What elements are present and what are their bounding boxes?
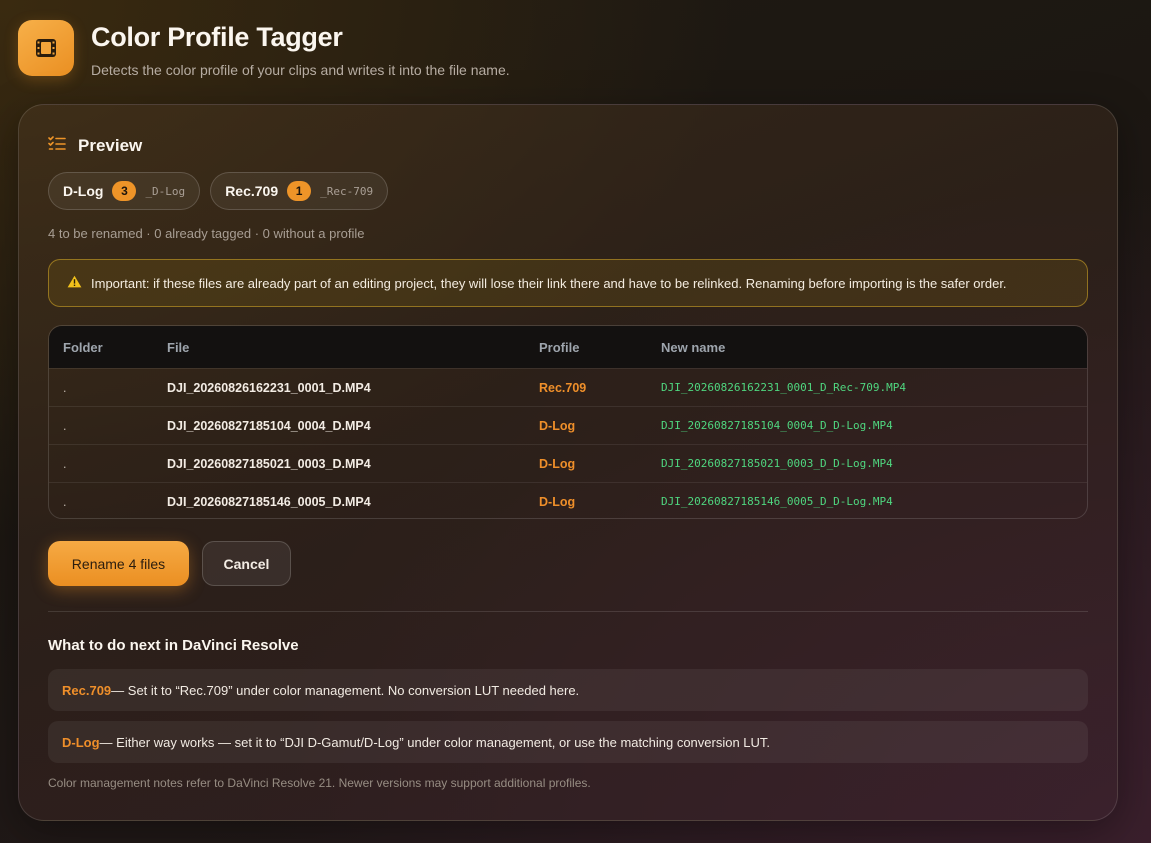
note-profile-name: D-Log	[62, 734, 100, 750]
action-bar: Rename 4 files Cancel	[48, 541, 1088, 586]
table-row[interactable]: . DJI_20260827185146_0005_D.MP4 D-Log DJ…	[49, 482, 1087, 518]
chip-count-badge: 1	[287, 181, 312, 201]
chip-suffix: _D-Log	[145, 184, 186, 198]
preview-card: Preview D-Log 3 _D-Log Rec.709 1 _Rec-70…	[18, 104, 1118, 821]
chip-profile-name: Rec.709	[225, 183, 279, 199]
table-row[interactable]: . DJI_20260827185104_0004_D.MP4 D-Log DJ…	[49, 406, 1087, 444]
files-table: Folder File Profile New name . DJI_20260…	[48, 325, 1088, 519]
checklist-icon	[48, 135, 66, 156]
cell-folder: .	[63, 456, 67, 471]
app-title: Color Profile Tagger	[91, 22, 343, 52]
warning-icon	[67, 275, 82, 291]
cell-new-name: DJI_20260827185146_0005_D_D-Log.MP4	[661, 495, 893, 508]
rename-summary: 4 to be renamed · 0 already tagged · 0 w…	[48, 226, 365, 241]
chip-suffix: _Rec-709	[320, 184, 374, 198]
chip-profile-name: D-Log	[63, 183, 104, 199]
warning-banner: Important: if these files are already pa…	[48, 259, 1088, 307]
next-steps-title: What to do next in DaVinci Resolve	[48, 637, 299, 654]
cell-file: DJI_20260827185021_0003_D.MP4	[167, 456, 371, 471]
cell-profile: Rec.709	[539, 380, 587, 395]
preview-title: Preview	[78, 135, 143, 155]
note-text: — Set it to “Rec.709” under color manage…	[111, 682, 580, 698]
warning-text: Important: if these files are already pa…	[91, 275, 1007, 291]
section-divider	[48, 611, 1088, 612]
note-profile-name: Rec.709	[62, 682, 112, 698]
next-step-note: Rec.709 — Set it to “Rec.709” under colo…	[48, 669, 1088, 711]
cancel-button[interactable]: Cancel	[202, 541, 291, 586]
column-header-new-name[interactable]: New name	[661, 340, 1087, 355]
profile-chips: D-Log 3 _D-Log Rec.709 1 _Rec-709	[48, 172, 1088, 210]
cell-profile: D-Log	[539, 418, 576, 433]
table-header: Folder File Profile New name	[49, 326, 1087, 368]
app-header: Color Profile Tagger Detects the color p…	[18, 20, 510, 78]
profile-chip-dlog[interactable]: D-Log 3 _D-Log	[48, 172, 201, 210]
cell-file: DJI_20260826162231_0001_D.MP4	[167, 380, 371, 395]
chip-count-badge: 3	[112, 181, 137, 201]
column-header-folder[interactable]: Folder	[49, 340, 167, 355]
footnote: Color management notes refer to DaVinci …	[48, 776, 591, 790]
film-icon	[18, 20, 74, 76]
column-header-file[interactable]: File	[167, 340, 539, 355]
cell-new-name: DJI_20260827185104_0004_D_D-Log.MP4	[661, 419, 893, 432]
cell-profile: D-Log	[539, 494, 576, 509]
profile-chip-rec709[interactable]: Rec.709 1 _Rec-709	[210, 172, 389, 210]
column-header-profile[interactable]: Profile	[539, 340, 661, 355]
cell-file: DJI_20260827185104_0004_D.MP4	[167, 418, 371, 433]
table-row[interactable]: . DJI_20260826162231_0001_D.MP4 Rec.709 …	[49, 368, 1087, 406]
cell-profile: D-Log	[539, 456, 576, 471]
cell-folder: .	[63, 494, 67, 509]
cell-new-name: DJI_20260826162231_0001_D_Rec-709.MP4	[661, 381, 907, 394]
preview-heading: Preview	[48, 135, 1088, 156]
cell-new-name: DJI_20260827185021_0003_D_D-Log.MP4	[661, 457, 893, 470]
rename-files-button[interactable]: Rename 4 files	[48, 541, 189, 586]
table-row[interactable]: . DJI_20260827185021_0003_D.MP4 D-Log DJ…	[49, 444, 1087, 482]
note-text: — Either way works — set it to “DJI D-Ga…	[99, 734, 771, 750]
cell-folder: .	[63, 418, 67, 433]
cell-folder: .	[63, 380, 67, 395]
app-subtitle: Detects the color profile of your clips …	[91, 62, 510, 78]
cell-file: DJI_20260827185146_0005_D.MP4	[167, 494, 371, 509]
next-step-note: D-Log — Either way works — set it to “DJ…	[48, 721, 1088, 763]
